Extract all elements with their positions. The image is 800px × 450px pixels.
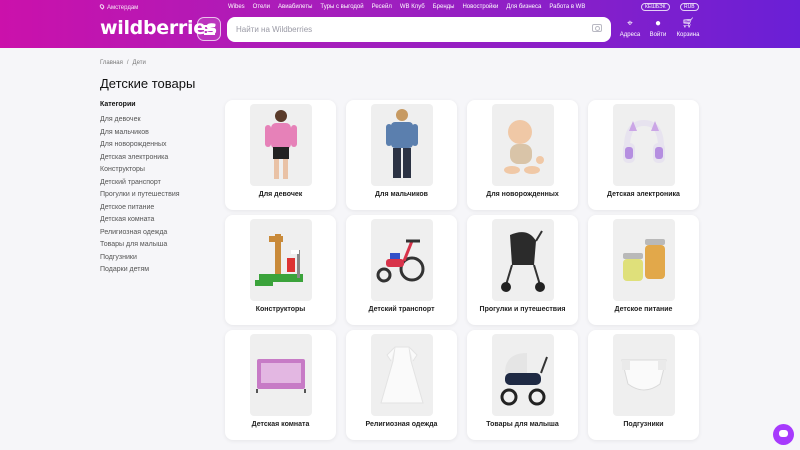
category-sidebar: Категории Для девочек Для мальчиков Для … bbox=[100, 101, 220, 277]
category-card[interactable]: Прогулки и путешествия bbox=[467, 215, 578, 325]
christening-dress-photo bbox=[371, 334, 433, 416]
cart-icon: 🛒︎ bbox=[681, 18, 695, 29]
diaper-photo bbox=[613, 334, 675, 416]
top-link[interactable]: Отели bbox=[253, 4, 270, 10]
sidebar-item[interactable]: Для мальчиков bbox=[100, 127, 220, 140]
category-label: Для мальчиков bbox=[375, 191, 428, 198]
baby-food-jars-photo bbox=[613, 219, 675, 301]
top-link[interactable]: Работа в WB bbox=[549, 4, 585, 10]
category-card[interactable]: Подгузники bbox=[588, 330, 699, 440]
sidebar-heading: Категории bbox=[100, 101, 136, 108]
sidebar-item[interactable]: Детское питание bbox=[100, 202, 220, 215]
top-link[interactable]: Новостройки bbox=[462, 4, 498, 10]
category-card[interactable]: Детская электроника bbox=[588, 100, 699, 210]
top-link[interactable]: Авиабилеты bbox=[278, 4, 312, 10]
stroller-photo bbox=[492, 219, 554, 301]
category-label: Детская электроника bbox=[607, 191, 680, 198]
currency-selector[interactable]: RUB bbox=[680, 3, 699, 11]
category-card[interactable]: Для мальчиков bbox=[346, 100, 457, 210]
top-link[interactable]: Ресейл bbox=[372, 4, 392, 10]
baby-photo bbox=[492, 104, 554, 186]
sidebar-item[interactable]: Конструкторы bbox=[100, 164, 220, 177]
sidebar-item[interactable]: Товары для малыша bbox=[100, 239, 220, 252]
catalog-menu-button[interactable] bbox=[197, 17, 221, 41]
cashback-badge[interactable]: КЕШБЭК bbox=[641, 3, 670, 11]
cart-button[interactable]: 🛒︎ Корзина bbox=[673, 18, 703, 38]
sidebar-item[interactable]: Прогулки и путешествия bbox=[100, 189, 220, 202]
breadcrumb-item[interactable]: Дети bbox=[133, 60, 146, 66]
breadcrumb: Главная / Дети bbox=[100, 60, 146, 66]
location-pin-icon bbox=[98, 3, 106, 10]
top-link[interactable]: WB Клуб bbox=[400, 4, 425, 10]
breadcrumb-separator: / bbox=[126, 60, 129, 66]
top-link[interactable]: Бренды bbox=[433, 4, 455, 10]
category-card[interactable]: Религиозная одежда bbox=[346, 330, 457, 440]
tricycle-photo bbox=[371, 219, 433, 301]
top-line: Амстердам Wibes Отели Авиабилеты Туры с … bbox=[0, 3, 800, 13]
top-link[interactable]: Wibes bbox=[228, 4, 245, 10]
category-label: Религиозная одежда bbox=[365, 421, 438, 428]
category-label: Для новорожденных bbox=[486, 191, 559, 198]
sidebar-item[interactable]: Детский транспорт bbox=[100, 177, 220, 190]
category-card[interactable]: Для девочек bbox=[225, 100, 336, 210]
top-link[interactable]: Туры с выгодой bbox=[320, 4, 363, 10]
sidebar-item[interactable]: Подгузники bbox=[100, 252, 220, 265]
playpen-photo bbox=[250, 334, 312, 416]
top-link[interactable]: Для бизнеса bbox=[506, 4, 541, 10]
pram-photo bbox=[492, 334, 554, 416]
category-card[interactable]: Детский транспорт bbox=[346, 215, 457, 325]
category-card[interactable]: Товары для малыша bbox=[467, 330, 578, 440]
sidebar-item[interactable]: Для девочек bbox=[100, 114, 220, 127]
location-label: Амстердам bbox=[107, 5, 139, 11]
sidebar-item[interactable]: Для новорожденных bbox=[100, 139, 220, 152]
lego-set-photo bbox=[250, 219, 312, 301]
girl-clothing-photo bbox=[250, 104, 312, 186]
page-title: Детские товары bbox=[100, 76, 196, 91]
category-label: Прогулки и путешествия bbox=[479, 306, 566, 313]
category-card[interactable]: Детское питание bbox=[588, 215, 699, 325]
sidebar-item[interactable]: Религиозная одежда bbox=[100, 227, 220, 240]
addresses-button[interactable]: ⌖ Адреса bbox=[615, 18, 645, 38]
category-label: Подгузники bbox=[623, 421, 664, 428]
headphones-photo bbox=[613, 104, 675, 186]
user-icon: ● bbox=[654, 18, 662, 29]
site-header: Амстердам Wibes Отели Авиабилеты Туры с … bbox=[0, 0, 800, 48]
addresses-label: Адреса bbox=[619, 32, 641, 38]
category-label: Конструкторы bbox=[255, 306, 306, 313]
category-grid: Для девочек Для мальчиков Для новорожден… bbox=[225, 100, 699, 440]
chat-button[interactable] bbox=[773, 424, 794, 445]
sidebar-item[interactable]: Подарки детям bbox=[100, 264, 220, 277]
category-label: Товары для малыша bbox=[486, 421, 559, 428]
category-card[interactable]: Для новорожденных bbox=[467, 100, 578, 210]
category-label: Для девочек bbox=[258, 191, 303, 198]
boy-clothing-photo bbox=[371, 104, 433, 186]
login-label: Войти bbox=[649, 32, 667, 38]
camera-search-icon[interactable] bbox=[592, 24, 602, 32]
category-card[interactable]: Конструкторы bbox=[225, 215, 336, 325]
breadcrumb-item[interactable]: Главная bbox=[100, 60, 123, 66]
category-label: Детский транспорт bbox=[368, 306, 435, 313]
top-links: Wibes Отели Авиабилеты Туры с выгодой Ре… bbox=[228, 4, 585, 10]
sidebar-item[interactable]: Детская электроника bbox=[100, 152, 220, 165]
sidebar-item[interactable]: Детская комната bbox=[100, 214, 220, 227]
cart-label: Корзина bbox=[676, 32, 700, 38]
category-label: Детская комната bbox=[251, 421, 310, 428]
search-input[interactable] bbox=[227, 17, 611, 42]
category-card[interactable]: Детская комната bbox=[225, 330, 336, 440]
map-pin-icon: ⌖ bbox=[627, 18, 633, 29]
category-label: Детское питание bbox=[614, 306, 673, 313]
login-button[interactable]: ● Войти bbox=[643, 18, 673, 38]
location-selector[interactable]: Амстердам bbox=[98, 3, 139, 11]
